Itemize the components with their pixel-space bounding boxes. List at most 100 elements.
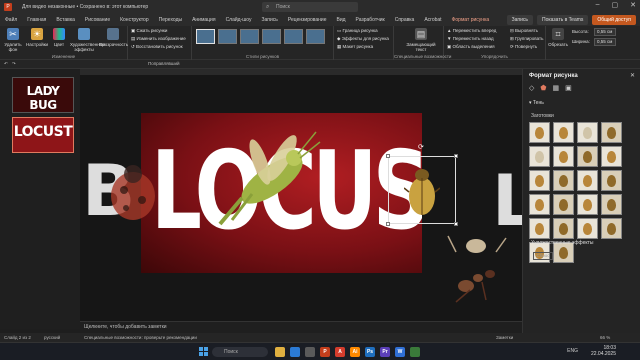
- preset-swatch[interactable]: [553, 122, 574, 143]
- photoshop-icon[interactable]: Ps: [365, 347, 375, 357]
- reset-button[interactable]: Сброс: [533, 252, 553, 260]
- tab-animations[interactable]: Анимация: [187, 14, 220, 26]
- fill-line-icon[interactable]: ◇: [529, 84, 534, 92]
- slide-thumbnail-1[interactable]: 1 LADY BUG: [12, 77, 74, 113]
- tab-slideshow[interactable]: Слайд-шоу: [221, 14, 257, 26]
- color-button[interactable]: Цвет: [48, 28, 70, 47]
- style-thumbnail[interactable]: [262, 29, 281, 44]
- style-thumbnail[interactable]: [306, 29, 325, 44]
- style-thumbnail[interactable]: [196, 29, 215, 44]
- bring-forward-button[interactable]: ▲ Переместить вперед: [447, 28, 496, 33]
- compress-button[interactable]: ▣ Сжать рисунки: [131, 28, 167, 34]
- undo-icon[interactable]: ↶: [4, 61, 8, 67]
- preset-swatch[interactable]: [529, 170, 550, 191]
- preset-swatch[interactable]: [529, 122, 550, 143]
- clock[interactable]: 18:03 22.04.2025: [591, 345, 616, 357]
- group-button[interactable]: ⊞ Группировать: [510, 36, 543, 42]
- layout-button[interactable]: ▦ Макет рисунка: [337, 44, 373, 50]
- preset-swatch[interactable]: [529, 146, 550, 167]
- preset-swatch[interactable]: [601, 194, 622, 215]
- tab-acrobat[interactable]: Acrobat: [419, 14, 446, 26]
- height-input[interactable]: 0,55 см: [594, 28, 616, 36]
- align-button[interactable]: ⊟ Выровнять: [510, 28, 538, 34]
- preset-swatch[interactable]: [553, 218, 574, 239]
- effects-tab-icon[interactable]: ⬟: [540, 84, 546, 92]
- preset-swatch[interactable]: [601, 170, 622, 191]
- app-icon[interactable]: [305, 347, 315, 357]
- style-thumbnail[interactable]: [284, 29, 303, 44]
- preset-swatch[interactable]: [577, 194, 598, 215]
- tab-help[interactable]: Справка: [390, 14, 420, 26]
- ant-image[interactable]: [446, 230, 510, 304]
- width-input[interactable]: 0,55 см: [594, 38, 616, 46]
- acrobat-icon[interactable]: A: [335, 347, 345, 357]
- tab-file[interactable]: Файл: [0, 14, 22, 26]
- powerpoint-icon[interactable]: P: [320, 347, 330, 357]
- transparency-button[interactable]: Прозрачность: [99, 28, 128, 47]
- section-shadow[interactable]: ▾ Тень: [529, 100, 544, 106]
- notes-button[interactable]: Заметки: [496, 335, 513, 340]
- taskbar-search[interactable]: Поиск: [212, 347, 268, 357]
- preset-swatch[interactable]: [553, 170, 574, 191]
- grasshopper-image[interactable]: [212, 128, 322, 228]
- resize-handle[interactable]: [386, 222, 390, 226]
- style-thumbnail[interactable]: [218, 29, 237, 44]
- premiere-icon[interactable]: Pr: [380, 347, 390, 357]
- app-icon[interactable]: [410, 347, 420, 357]
- preset-swatch[interactable]: [553, 146, 574, 167]
- tab-developer[interactable]: Разработчик: [351, 14, 390, 26]
- preset-swatch[interactable]: [577, 122, 598, 143]
- tab-draw[interactable]: Рисование: [80, 14, 115, 26]
- beetle-image[interactable]: [404, 164, 440, 218]
- file-explorer-icon[interactable]: [275, 347, 285, 357]
- tab-picture-format[interactable]: Формат рисунка: [446, 14, 495, 27]
- language-indicator[interactable]: русский: [44, 335, 60, 340]
- style-thumbnail[interactable]: [240, 29, 259, 44]
- artistic-effects-button[interactable]: Художественные эффекты: [70, 28, 105, 52]
- preset-swatch[interactable]: [577, 170, 598, 191]
- slide-thumbnail-2[interactable]: 2 LOCUST: [12, 117, 74, 153]
- rotate-button[interactable]: ⟳ Повернуть: [510, 44, 537, 50]
- tab-transitions[interactable]: Переходы: [154, 14, 187, 26]
- windows-start-icon[interactable]: [199, 347, 208, 356]
- remove-background-button[interactable]: ✂ Удалить фон: [2, 28, 24, 52]
- alt-text-button[interactable]: ▤ Замещающий текст: [406, 28, 436, 52]
- close-icon[interactable]: ✕: [630, 1, 636, 9]
- preset-swatch[interactable]: [601, 218, 622, 239]
- preset-swatch[interactable]: [601, 146, 622, 167]
- accessibility-status[interactable]: Специальные возможности: проверьте реком…: [84, 335, 197, 340]
- present-teams-button[interactable]: Показать в Teams: [536, 15, 589, 25]
- preset-swatch[interactable]: [577, 218, 598, 239]
- minimize-icon[interactable]: –: [596, 1, 600, 9]
- word-icon[interactable]: W: [395, 347, 405, 357]
- tab-view[interactable]: Вид: [332, 14, 351, 26]
- search-box[interactable]: ⌕ Поиск: [262, 2, 358, 12]
- change-picture-button[interactable]: ▤ Изменить изображение: [131, 36, 186, 42]
- effects-button[interactable]: ◆ Эффекты для рисунка: [337, 36, 389, 42]
- size-icon[interactable]: ▦: [552, 84, 559, 92]
- tray-language[interactable]: ENG: [567, 348, 578, 354]
- zoom-level[interactable]: 66 %: [600, 335, 610, 340]
- preset-swatch[interactable]: [529, 194, 550, 215]
- resize-handle[interactable]: [454, 154, 458, 158]
- browser-icon[interactable]: [290, 347, 300, 357]
- tab-design[interactable]: Конструктор: [115, 14, 154, 26]
- picture-icon[interactable]: ▣: [565, 84, 572, 92]
- share-button[interactable]: Общий доступ: [592, 15, 636, 25]
- preset-swatch[interactable]: [529, 218, 550, 239]
- record-button[interactable]: Запись: [506, 15, 533, 25]
- border-button[interactable]: ▭ Граница рисунка: [337, 28, 378, 34]
- ladybug-image[interactable]: [102, 160, 164, 224]
- preset-swatch[interactable]: [577, 146, 598, 167]
- close-icon[interactable]: ✕: [630, 72, 635, 79]
- preset-swatch[interactable]: [553, 194, 574, 215]
- resize-handle[interactable]: [454, 222, 458, 226]
- preset-swatch[interactable]: [601, 122, 622, 143]
- tab-insert[interactable]: Вставка: [51, 14, 80, 26]
- tab-record[interactable]: Запись: [256, 14, 282, 26]
- redo-icon[interactable]: ↷: [12, 61, 16, 67]
- maximize-icon[interactable]: ▢: [612, 1, 619, 9]
- corrections-button[interactable]: ☀ Настройки: [26, 28, 48, 47]
- notes-area[interactable]: Щелкните, чтобы добавить заметки: [80, 321, 522, 333]
- tab-home[interactable]: Главная: [22, 14, 51, 26]
